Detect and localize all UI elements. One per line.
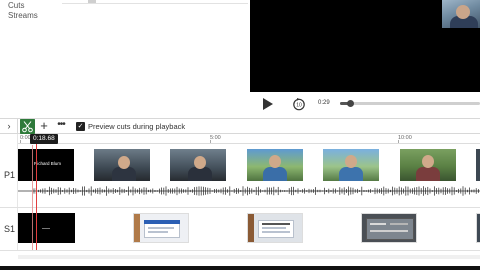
video-thumbnail[interactable] (247, 149, 303, 181)
screen-clip[interactable] (18, 213, 75, 243)
track-divider (0, 207, 480, 208)
replay-10-icon[interactable]: 10 (292, 97, 306, 111)
screen-thumbnail[interactable] (476, 213, 480, 243)
video-player: 10 0:29 (250, 0, 480, 118)
window-bottom-edge (0, 266, 480, 270)
left-panel: Cuts Streams (0, 0, 250, 118)
audio-waveform (18, 186, 480, 196)
track-p1[interactable]: Richard Blum (18, 145, 480, 207)
ruler-tick-label: 5:00 (210, 135, 221, 141)
timeline-toolbar: › + ••• ✓ Preview cuts during playback (0, 118, 480, 135)
video-thumbnail[interactable] (476, 149, 480, 181)
camera-thumbnail (442, 0, 480, 28)
tab-strip (62, 0, 248, 4)
timeline-ruler[interactable]: 0:00 5:00 10:00 (18, 134, 480, 144)
tab-handle[interactable] (88, 0, 96, 3)
progress-bar[interactable] (340, 100, 480, 107)
play-icon[interactable] (262, 97, 274, 111)
current-time: 0:29 (318, 100, 330, 106)
svg-text:10: 10 (296, 103, 302, 109)
chevron-right-icon[interactable]: › (4, 121, 14, 132)
ruler-tick (20, 140, 21, 143)
video-thumbnail[interactable] (323, 149, 379, 181)
toolbar-divider (17, 119, 18, 135)
title-card-thumbnail[interactable]: Richard Blum (18, 149, 74, 181)
video-thumbnail[interactable] (170, 149, 226, 181)
preview-cuts-label[interactable]: Preview cuts during playback (88, 122, 185, 131)
check-icon: ✓ (77, 123, 84, 130)
playhead-time-badge: 0:18.68 (30, 134, 58, 144)
video-preview[interactable] (250, 0, 480, 92)
sidebar-item-streams[interactable]: Streams (8, 11, 38, 20)
plus-icon[interactable]: + (38, 118, 50, 134)
more-icon[interactable]: ••• (55, 118, 67, 134)
preview-cuts-checkbox[interactable]: ✓ (76, 122, 85, 131)
ruler-tick (210, 140, 211, 143)
playhead[interactable] (36, 134, 37, 250)
screen-thumbnail[interactable] (247, 213, 303, 243)
cut-marker[interactable] (32, 145, 33, 250)
camera-person-head (456, 5, 470, 19)
scissors-icon[interactable] (20, 119, 35, 134)
ruler-tick (398, 140, 399, 143)
video-thumbnail[interactable] (400, 149, 456, 181)
track-label-p1: P1 (4, 170, 16, 180)
screen-thumbnail[interactable] (361, 213, 417, 243)
screen-thumbnail[interactable] (133, 213, 189, 243)
clip-placeholder-dash (42, 228, 50, 229)
progress-handle[interactable] (346, 100, 354, 107)
title-card-text: Richard Blum (34, 161, 62, 166)
track-s1[interactable] (18, 209, 480, 249)
video-thumbnail[interactable] (94, 149, 150, 181)
ruler-tick-label: 10:00 (398, 135, 412, 141)
sidebar-item-cuts[interactable]: Cuts (8, 1, 24, 10)
track-label-s1: S1 (4, 224, 16, 234)
horizontal-scrollbar[interactable] (18, 255, 480, 259)
video-editor-app: Cuts Streams 10 0:29 › + ••• ✓ Preview c… (0, 0, 480, 270)
